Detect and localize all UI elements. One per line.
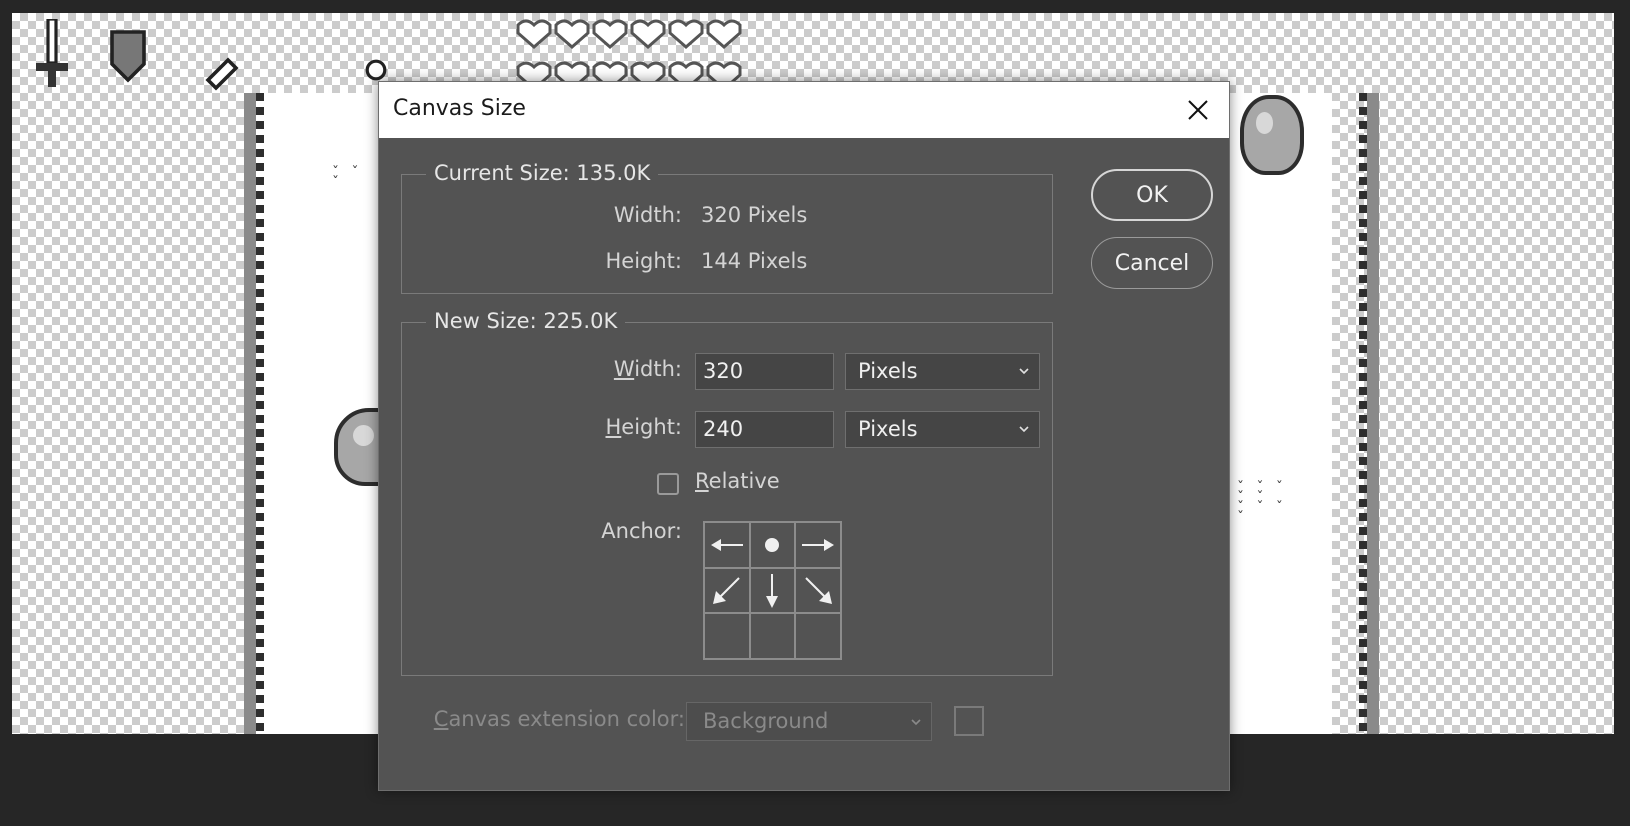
arrow-down-icon bbox=[766, 574, 779, 609]
sword-icon bbox=[36, 19, 68, 87]
grass-tuft: ˇ ˇ ˇˇ ˇˇ ˇ ˇˇ bbox=[1237, 480, 1287, 526]
new-height-label: Height: bbox=[605, 415, 683, 439]
anchor-grid bbox=[703, 521, 842, 660]
anchor-cell-bottom-center[interactable] bbox=[749, 613, 796, 659]
current-size-group: Current Size: 135.0K Width: 320 Pixels H… bbox=[401, 161, 1053, 294]
chevron-down-icon bbox=[911, 719, 921, 726]
new-width-label: Width: bbox=[613, 357, 682, 381]
arrow-left-icon bbox=[710, 538, 743, 551]
anchor-cell-top-left[interactable] bbox=[704, 522, 750, 568]
left-wall-edge bbox=[256, 93, 264, 734]
extension-color-label: Canvas extension color: bbox=[433, 707, 685, 731]
right-wall-edge bbox=[1359, 93, 1367, 734]
chevron-down-icon bbox=[1019, 426, 1029, 433]
right-wall bbox=[1367, 93, 1379, 734]
anchor-cell-middle-right[interactable] bbox=[795, 567, 841, 614]
extension-color-swatch bbox=[954, 706, 984, 736]
dialog-titlebar[interactable]: Canvas Size bbox=[379, 82, 1229, 138]
current-width-value: 320 Pixels bbox=[701, 203, 808, 227]
canvas-size-dialog: Canvas Size Current Size: 135.0K Width: … bbox=[378, 81, 1230, 791]
new-size-group: New Size: 225.0K Width: 320 Pixels Heigh… bbox=[401, 309, 1053, 676]
left-wall bbox=[244, 93, 256, 734]
potion-icon bbox=[205, 57, 239, 91]
extension-color-select: Background bbox=[686, 702, 932, 741]
relative-label[interactable]: Relative bbox=[695, 469, 780, 493]
current-width-label: Width: bbox=[613, 203, 682, 227]
extension-color-value: Background bbox=[703, 709, 829, 733]
height-input[interactable]: 240 bbox=[695, 411, 834, 448]
anchor-cell-bottom-right[interactable] bbox=[795, 613, 841, 659]
close-icon bbox=[1188, 100, 1208, 120]
rock-top-right bbox=[1240, 95, 1304, 175]
arrow-down-left-icon bbox=[712, 577, 740, 605]
chevron-down-icon bbox=[1019, 368, 1029, 375]
new-size-legend: New Size: 225.0K bbox=[426, 309, 626, 333]
anchor-label: Anchor: bbox=[601, 519, 682, 543]
shield-icon bbox=[110, 30, 146, 83]
anchor-cell-bottom-left[interactable] bbox=[704, 613, 750, 659]
current-height-value: 144 Pixels bbox=[701, 249, 808, 273]
width-input[interactable]: 320 bbox=[695, 353, 834, 390]
anchor-cell-middle-left[interactable] bbox=[704, 567, 750, 614]
current-size-legend: Current Size: 135.0K bbox=[426, 161, 659, 185]
arrow-down-right-icon bbox=[805, 577, 833, 605]
width-unit-select[interactable]: Pixels bbox=[845, 353, 1040, 390]
height-unit-select[interactable]: Pixels bbox=[845, 411, 1040, 448]
anchor-cell-middle-center[interactable] bbox=[749, 567, 796, 614]
ok-button[interactable]: OK bbox=[1091, 169, 1213, 221]
arrow-right-icon bbox=[802, 538, 835, 551]
height-unit-value: Pixels bbox=[858, 417, 918, 441]
anchor-dot-icon bbox=[765, 537, 780, 552]
grass-tuft: ˇ ˇˇ bbox=[332, 165, 363, 191]
current-height-label: Height: bbox=[605, 249, 683, 273]
width-unit-value: Pixels bbox=[858, 359, 918, 383]
cancel-button[interactable]: Cancel bbox=[1091, 237, 1213, 289]
dialog-title: Canvas Size bbox=[393, 96, 526, 121]
close-button[interactable] bbox=[1167, 82, 1229, 138]
anchor-cell-top-center[interactable] bbox=[749, 522, 796, 568]
anchor-cell-top-right[interactable] bbox=[795, 522, 841, 568]
relative-checkbox[interactable] bbox=[657, 473, 679, 495]
